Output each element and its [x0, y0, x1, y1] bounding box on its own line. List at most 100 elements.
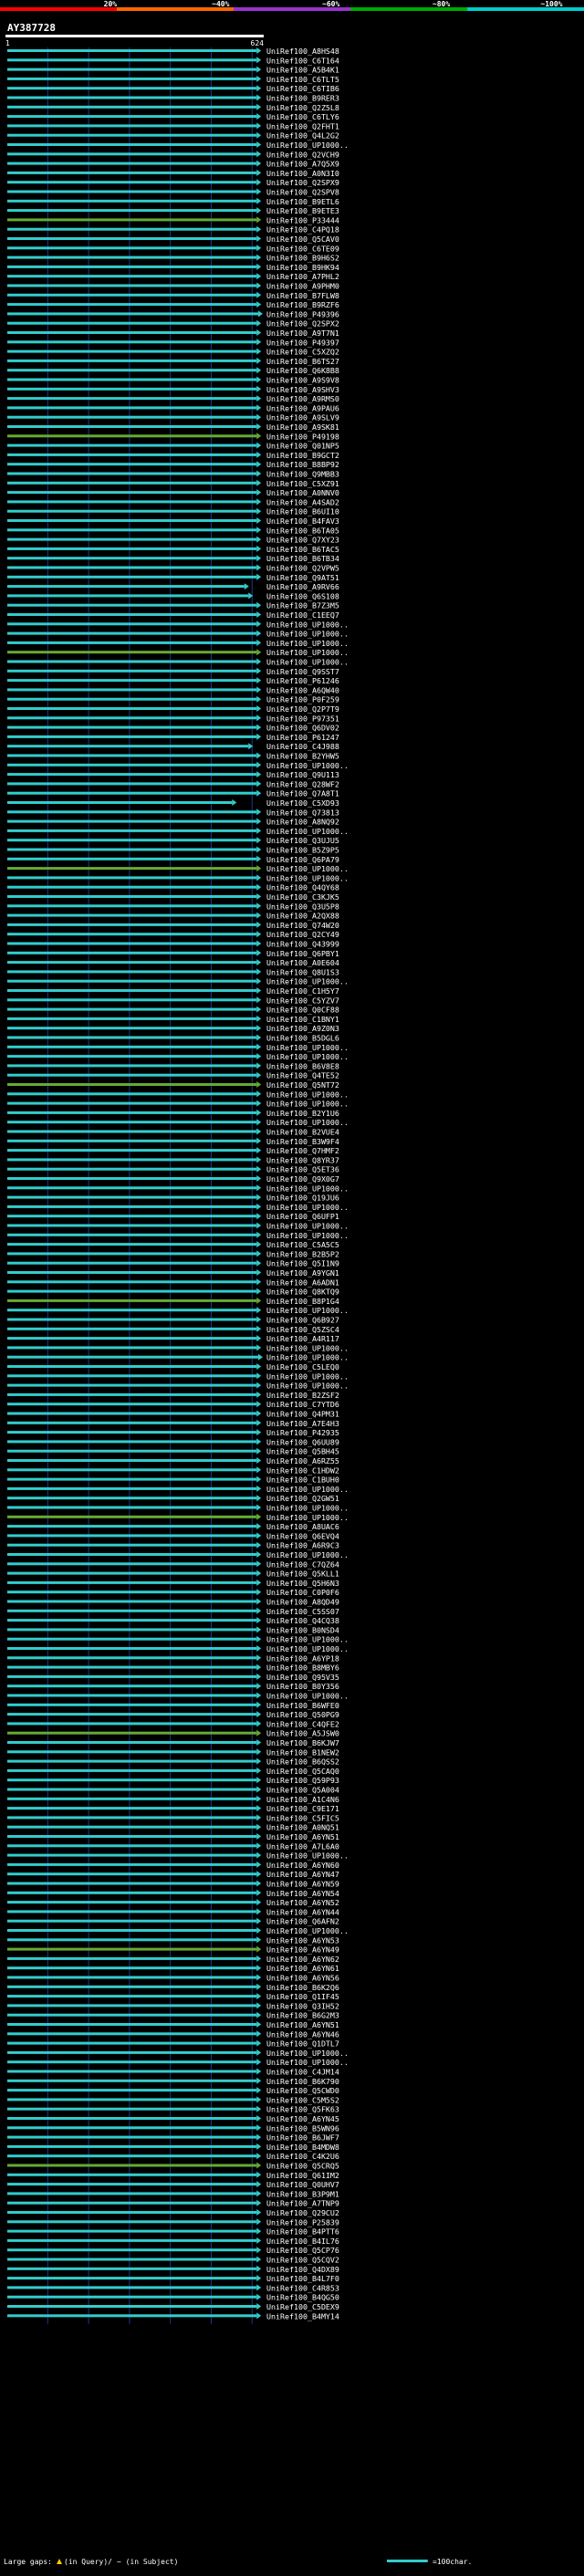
hit-arrow	[256, 2153, 262, 2160]
hit-arrow	[256, 1156, 262, 1163]
hit-label: UniRef100_B9GCT2	[266, 451, 339, 460]
hit-bar	[7, 1995, 257, 1998]
hit-label: UniRef100_C3KJK5	[266, 892, 339, 902]
hit-bar	[7, 979, 257, 983]
hit-label: UniRef100_A9PHM0	[266, 282, 339, 291]
hit-label: UniRef100_B2Y1U6	[266, 1109, 339, 1118]
hit-arrow	[256, 385, 262, 392]
hit-bar	[7, 1768, 257, 1772]
hit-bar	[7, 1684, 257, 1688]
hit-bar	[7, 2154, 257, 2158]
hit-label: UniRef100_C6TE09	[266, 244, 339, 253]
hit-label: UniRef100_Q4L2G2	[266, 131, 339, 141]
hit-bar	[7, 1862, 257, 1866]
hit-label: UniRef100_Q5A004	[266, 1786, 339, 1795]
hit-bar	[7, 105, 257, 109]
hit-bar	[7, 1337, 257, 1340]
hit-bar	[7, 641, 257, 644]
hit-bar	[7, 1243, 257, 1246]
hit-label: UniRef100_B6K2Q6	[266, 1983, 339, 1992]
hit-arrow	[256, 122, 262, 130]
hit-label: UniRef100_B2ZSF2	[266, 1391, 339, 1400]
hit-label: UniRef100_C5SS07	[266, 1607, 339, 1616]
hit-label: UniRef100_B9ETL6	[266, 197, 339, 206]
hit-bar	[7, 631, 257, 635]
hit-bar	[7, 2173, 257, 2176]
hit-bar	[7, 1543, 257, 1547]
hit-label: UniRef100_UP1000..	[266, 1231, 349, 1240]
gaps-label: Large gaps:	[4, 2558, 52, 2566]
hit-bar	[7, 2060, 257, 2064]
hit-arrow	[256, 1842, 262, 1850]
hit-arrow	[256, 2059, 262, 2066]
hit-label: UniRef100_C5LEQ0	[266, 1362, 339, 1371]
hit-label: UniRef100_Q59P93	[266, 1776, 339, 1785]
hit-arrow	[256, 1861, 262, 1868]
hit-bar	[7, 1703, 257, 1706]
hit-label: UniRef100_A6YN59	[266, 1880, 339, 1889]
hit-arrow	[256, 818, 262, 825]
hit-bar	[7, 2107, 257, 2111]
hit-label: UniRef100_Q6PA79	[266, 855, 339, 864]
hit-bar	[7, 1440, 257, 1444]
hit-label: UniRef100_UP1000..	[266, 639, 349, 648]
hit-label: UniRef100_C5M5S2	[266, 2095, 339, 2104]
hit-bar	[7, 143, 257, 146]
hit-arrow	[256, 846, 262, 853]
hit-label: UniRef100_A6YN56	[266, 1974, 339, 1983]
hit-bar	[7, 1637, 257, 1641]
hit-arrow	[256, 1945, 262, 1953]
hit-label: UniRef100_A6YN62	[266, 1955, 339, 1964]
hit-arrow	[256, 1814, 262, 1821]
hit-arrow	[256, 733, 262, 740]
hit-label: UniRef100_B6TB34	[266, 554, 339, 563]
hit-label: UniRef100_Q4TE52	[266, 1071, 339, 1080]
hit-label: UniRef100_Q5FK63	[266, 2105, 339, 2114]
hit-label: UniRef100_UP1000..	[266, 1343, 349, 1352]
hit-bar	[7, 378, 257, 381]
hit-label: UniRef100_P49198	[266, 432, 339, 441]
hit-bar	[7, 801, 233, 804]
hit-bar	[7, 190, 257, 193]
hit-bar	[7, 585, 245, 589]
hit-arrow	[256, 705, 262, 712]
hit-label: UniRef100_Q2FHT1	[266, 121, 339, 130]
hit-bar	[7, 933, 257, 936]
hit-arrow	[256, 601, 262, 609]
hit-arrow	[256, 85, 262, 92]
hit-label: UniRef100_C5XD93	[266, 798, 339, 808]
hit-label: UniRef100_P25839	[266, 2217, 339, 2227]
hit-label: UniRef100_A7E4H3	[266, 1419, 339, 1428]
hit-arrow	[256, 235, 262, 242]
hit-label: UniRef100_A6ADN1	[266, 1278, 339, 1287]
hit-arrow	[256, 1335, 262, 1342]
hit-bar	[7, 2144, 257, 2148]
hit-label: UniRef100_C1H5Y7	[266, 986, 339, 996]
hit-arrow	[256, 413, 262, 421]
hit-label: UniRef100_Q6S108	[266, 591, 339, 600]
hit-bar	[7, 2277, 257, 2280]
hit-label: UniRef100_UP1000..	[266, 1043, 349, 1052]
hit-arrow	[256, 479, 262, 486]
hit-arrow	[256, 883, 262, 891]
hit-bar	[7, 1497, 257, 1500]
hit-bar	[7, 622, 257, 626]
hit-arrow	[256, 376, 262, 383]
hit-arrow	[256, 1203, 262, 1210]
hit-bar	[7, 782, 257, 786]
hit-bar	[7, 434, 257, 438]
hit-bar	[7, 2211, 257, 2214]
hit-label: UniRef100_C4K2U6	[266, 2152, 339, 2161]
hit-label: UniRef100_UP1000..	[266, 1504, 349, 1513]
hit-arrow	[256, 1635, 262, 1643]
hit-arrow	[256, 1673, 262, 1680]
hit-arrow	[256, 1513, 262, 1520]
hit-arrow	[256, 207, 262, 214]
hit-bar	[7, 1713, 257, 1716]
hit-arrow	[256, 1955, 262, 1962]
hit-arrow	[256, 348, 262, 355]
hit-bar	[7, 1882, 257, 1885]
hit-label: UniRef100_Q0UHV7	[266, 2180, 339, 2189]
hit-bar	[7, 1477, 257, 1481]
hit-bar	[7, 679, 257, 683]
